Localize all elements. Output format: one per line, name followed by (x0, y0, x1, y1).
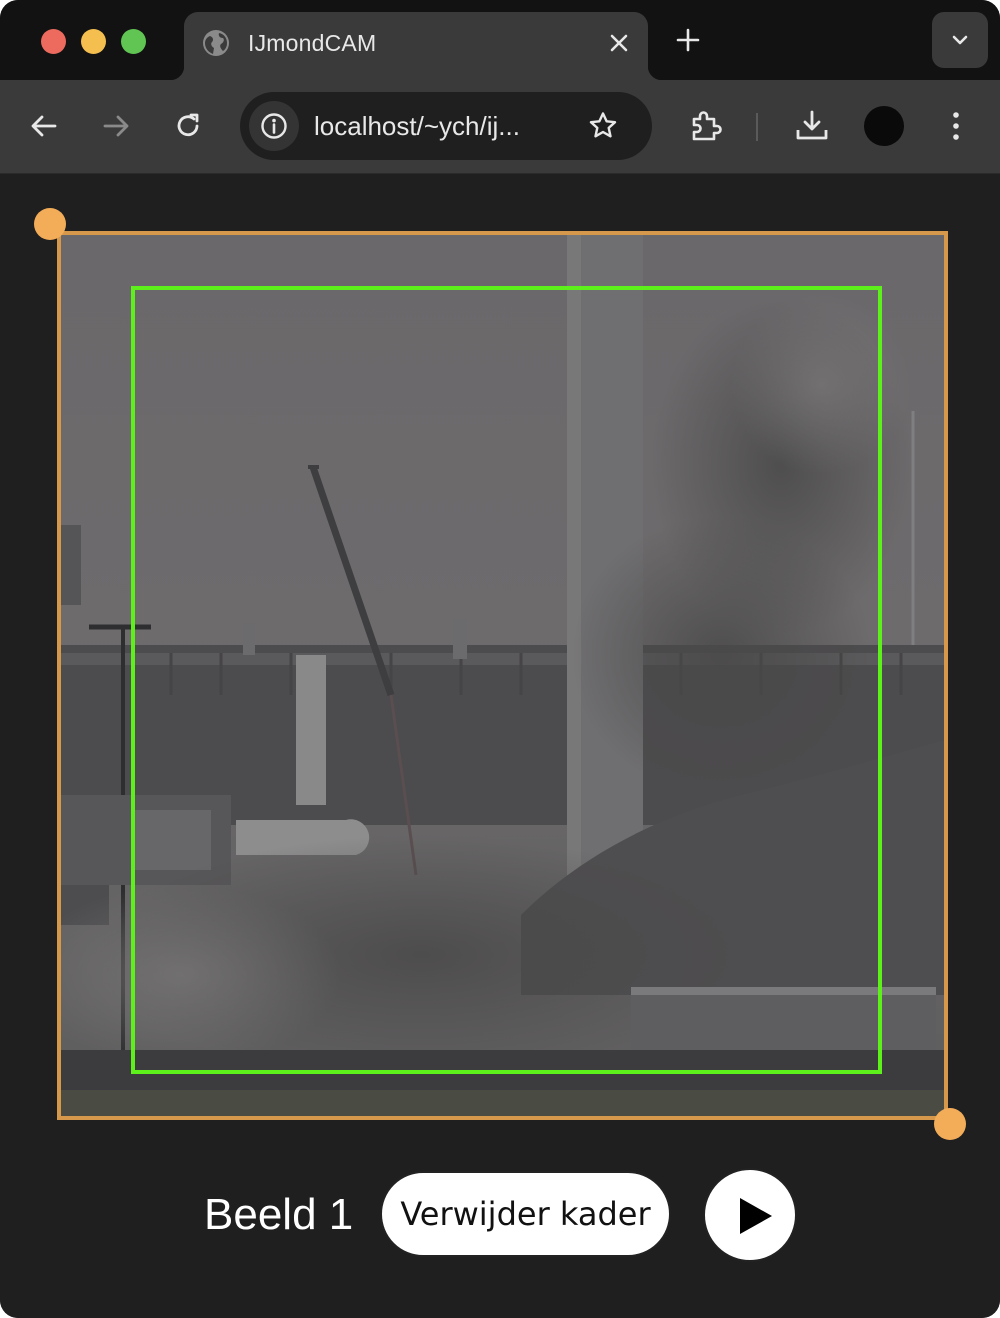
kebab-menu-icon[interactable] (940, 110, 972, 142)
viewer-controls: Beeld 1 Verwijder kader (0, 1164, 1000, 1264)
play-icon (740, 1198, 772, 1234)
page-content: Beeld 1 Verwijder kader (0, 174, 1000, 1318)
info-icon (261, 113, 287, 139)
arrow-left-icon[interactable] (28, 110, 60, 142)
tab-search-button[interactable] (932, 12, 988, 68)
window-close-button[interactable] (41, 29, 66, 54)
tab-title: IJmondCAM (248, 30, 377, 56)
close-icon[interactable] (605, 29, 633, 57)
crop-handle-top-left[interactable] (34, 208, 66, 240)
url-text[interactable]: localhost/~ych/ij... (314, 111, 520, 141)
toolbar-divider (756, 113, 758, 141)
frame-label: Beeld 1 (204, 1190, 354, 1239)
browser-window: IJmondCAM localhost/~ych/ij... Beeld 1 V… (0, 0, 1000, 1318)
window-minimize-button[interactable] (81, 29, 106, 54)
tab-strip: IJmondCAM (0, 0, 1000, 80)
chevron-down-icon (952, 35, 968, 45)
browser-toolbar: localhost/~ych/ij... (0, 80, 1000, 174)
window-maximize-button[interactable] (121, 29, 146, 54)
puzzle-icon[interactable] (688, 108, 724, 144)
globe-icon (203, 30, 229, 56)
tab-ijmondcam[interactable]: IJmondCAM (170, 12, 662, 80)
remove-frame-button[interactable]: Verwijder kader (380, 1171, 671, 1257)
plus-icon[interactable] (674, 26, 702, 54)
play-button[interactable] (703, 1168, 797, 1262)
site-info-button[interactable] (249, 101, 299, 151)
reload-icon[interactable] (172, 110, 204, 142)
address-bar[interactable]: localhost/~ych/ij... (240, 92, 652, 160)
image-crop-frame[interactable] (57, 231, 948, 1120)
detection-bounding-box[interactable] (131, 286, 882, 1074)
arrow-right-icon[interactable] (100, 110, 132, 142)
download-icon[interactable] (794, 108, 830, 144)
avatar[interactable] (864, 106, 904, 146)
crop-handle-bottom-right[interactable] (934, 1108, 966, 1140)
star-icon[interactable] (587, 110, 619, 142)
